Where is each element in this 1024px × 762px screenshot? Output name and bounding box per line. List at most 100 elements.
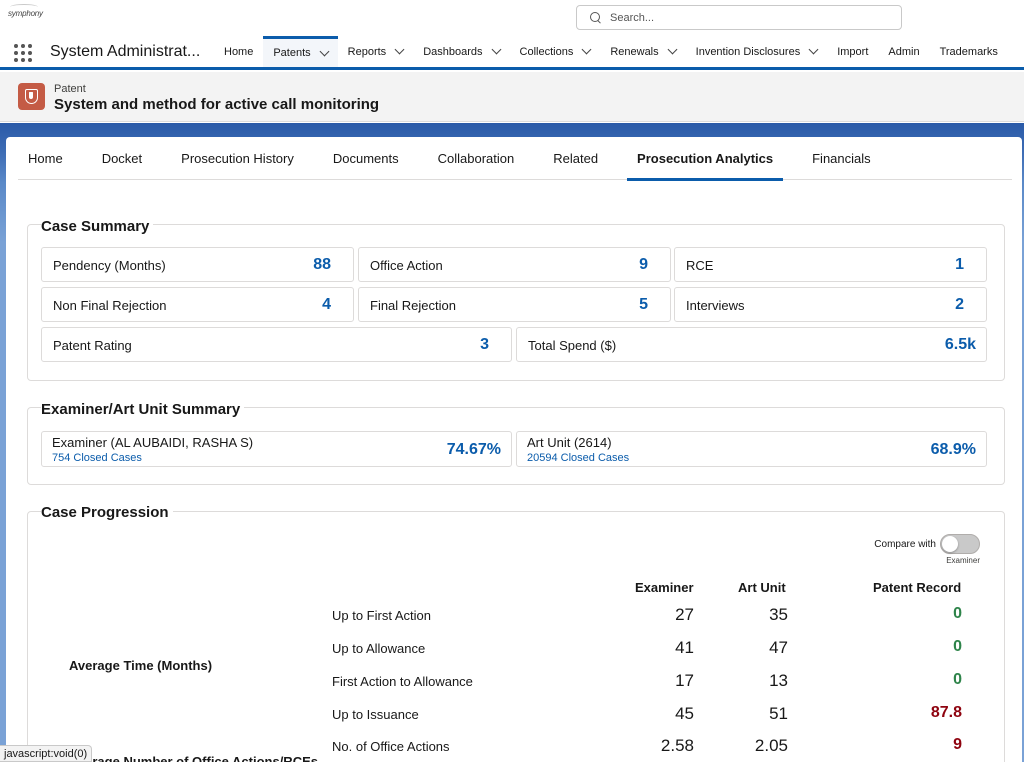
interviews-label: Interviews — [686, 298, 745, 313]
chevron-down-icon[interactable] — [667, 44, 678, 55]
toggle-knob — [942, 536, 958, 552]
global-header: symphony — [0, 0, 1024, 36]
nav-item-dashboards[interactable]: Dashboards — [413, 36, 509, 67]
progression-row-label: Up to Issuance — [332, 707, 419, 722]
patent-rating-tile: Patent Rating 3 — [41, 327, 512, 362]
tab-home[interactable]: Home — [18, 137, 73, 180]
non-final-rejection-tile: Non Final Rejection 4 — [41, 287, 354, 322]
nav-item-home[interactable]: Home — [214, 36, 263, 67]
tab-prosecution-analytics[interactable]: Prosecution Analytics — [627, 137, 784, 181]
art-unit-value: 51 — [769, 704, 788, 723]
average-time-group-label: Average Time (Months) — [69, 658, 213, 673]
compare-with-toggle[interactable] — [940, 534, 980, 554]
non-final-rejection-value: 4 — [322, 296, 331, 313]
case-progression-title: Case Progression — [41, 504, 173, 521]
examiner-column-header: Examiner — [635, 580, 694, 595]
tab-related[interactable]: Related — [543, 137, 608, 180]
nav-item-renewals[interactable]: Renewals — [600, 36, 685, 67]
app-launcher-button[interactable] — [10, 36, 44, 67]
pendency-label: Pendency (Months) — [53, 258, 166, 273]
nav-item-collections[interactable]: Collections — [510, 36, 601, 67]
interviews-tile: Interviews 2 — [674, 287, 987, 322]
total-spend-label: Total Spend ($) — [528, 338, 617, 353]
examiner-value: 41 — [675, 638, 694, 657]
nav-item-reports[interactable]: Reports — [338, 36, 414, 67]
rce-label: RCE — [686, 258, 714, 273]
art-unit-percentage: 68.9% — [930, 441, 976, 458]
patent-record-value: 0 — [953, 638, 962, 655]
progression-row-label: Up to Allowance — [332, 641, 426, 656]
search-icon — [590, 11, 602, 24]
chevron-down-icon[interactable] — [394, 44, 405, 55]
nav-item-label: Import — [837, 45, 869, 58]
art-unit-value: 47 — [769, 638, 788, 657]
case-summary-section: Case Summary Pendency (Months) 88 Office… — [27, 218, 1005, 381]
patent-record-value: 0 — [953, 671, 962, 688]
pendency-tile: Pendency (Months) 88 — [41, 247, 354, 282]
nav-item-trademarks[interactable]: Trademarks — [930, 36, 1008, 67]
final-rejection-tile: Final Rejection 5 — [358, 287, 671, 322]
record-title: System and method for active call monito… — [54, 96, 380, 113]
progression-row-label: No. of Office Actions — [332, 739, 450, 754]
average-number-group-label: Average Number of Office Actions/RCEs — [69, 754, 318, 762]
chevron-down-icon[interactable] — [491, 44, 501, 55]
total-spend-value: 6.5k — [944, 336, 976, 353]
art-unit-label: Art Unit (2614) — [527, 435, 612, 450]
patent-record-value: 9 — [953, 736, 962, 753]
examiner-percentage: 74.67% — [446, 441, 501, 458]
nav-item-patents[interactable]: Patents — [263, 36, 338, 67]
chevron-down-icon[interactable] — [808, 44, 819, 55]
art-unit-value: 2.05 — [754, 736, 788, 755]
examiner-value: 17 — [675, 671, 694, 690]
chevron-down-icon[interactable] — [319, 46, 330, 56]
record-card: Home Docket Prosecution History Documents Co… — [6, 137, 1022, 762]
nav-item-admin[interactable]: Admin — [878, 36, 929, 67]
tab-docket[interactable]: Docket — [92, 137, 152, 180]
nav-item-label: Reports — [347, 45, 387, 58]
nav-item-invention-disclosures[interactable]: Invention Disclosures — [686, 36, 828, 67]
examiner-summary-section: Examiner/Art Unit Summary Examiner (AL A… — [27, 401, 1005, 485]
examiner-closed-cases-link[interactable]: 754 Closed Cases — [52, 452, 142, 464]
nav-item-label: Collections — [519, 45, 574, 58]
chevron-down-icon[interactable] — [581, 44, 592, 55]
office-action-tile: Office Action 9 — [358, 247, 671, 282]
nav-item-label: Home — [224, 45, 254, 58]
record-type: Patent — [54, 83, 86, 95]
art-unit-value: 35 — [769, 605, 788, 624]
rce-tile: RCE 1 — [674, 247, 987, 282]
nav-item-label: Dashboards — [423, 45, 483, 58]
shield-icon — [25, 89, 38, 104]
progression-row-label: Up to First Action — [332, 608, 431, 623]
app-name: System Administrat... — [50, 42, 201, 60]
tab-documents[interactable]: Documents — [323, 137, 409, 180]
case-summary-title: Case Summary — [41, 218, 154, 235]
patent-record-value: 87.8 — [930, 704, 962, 721]
office-action-label: Office Action — [370, 258, 443, 273]
tab-financials[interactable]: Financials — [802, 137, 881, 180]
art-unit-closed-cases-link[interactable]: 20594 Closed Cases — [527, 452, 629, 464]
nav-item-import[interactable]: Import — [827, 36, 878, 67]
examiner-value: 27 — [675, 605, 694, 624]
examiner-summary-title: Examiner/Art Unit Summary — [41, 401, 245, 418]
nav-item-label: Renewals — [610, 45, 659, 58]
global-search[interactable] — [576, 5, 902, 30]
patent-record-value: 0 — [953, 605, 962, 622]
nav-item-label: Trademarks — [939, 45, 998, 58]
tab-collaboration[interactable]: Collaboration — [428, 137, 525, 180]
browser-status-bar: javascript:void(0) — [0, 745, 93, 762]
search-input[interactable] — [610, 11, 890, 24]
case-progression-section: Case Progression Compare with Examiner E… — [27, 504, 1005, 762]
nav-item-label: Patents — [273, 47, 311, 59]
art-unit-column-header: Art Unit — [738, 580, 786, 595]
office-action-value: 9 — [639, 256, 648, 273]
compare-with-label: Compare with — [874, 539, 936, 550]
non-final-rejection-label: Non Final Rejection — [53, 298, 167, 313]
examiner-label: Examiner (AL AUBAIDI, RASHA S) — [52, 435, 254, 450]
symphony-logo[interactable]: symphony — [8, 9, 43, 18]
pendency-value: 88 — [313, 256, 331, 273]
examiner-value: 2.58 — [660, 736, 694, 755]
tab-prosecution-history[interactable]: Prosecution History — [171, 137, 304, 180]
final-rejection-label: Final Rejection — [370, 298, 456, 313]
compare-toggle-sublabel: Examiner — [946, 556, 980, 565]
patent-record-column-header: Patent Record — [873, 580, 962, 595]
